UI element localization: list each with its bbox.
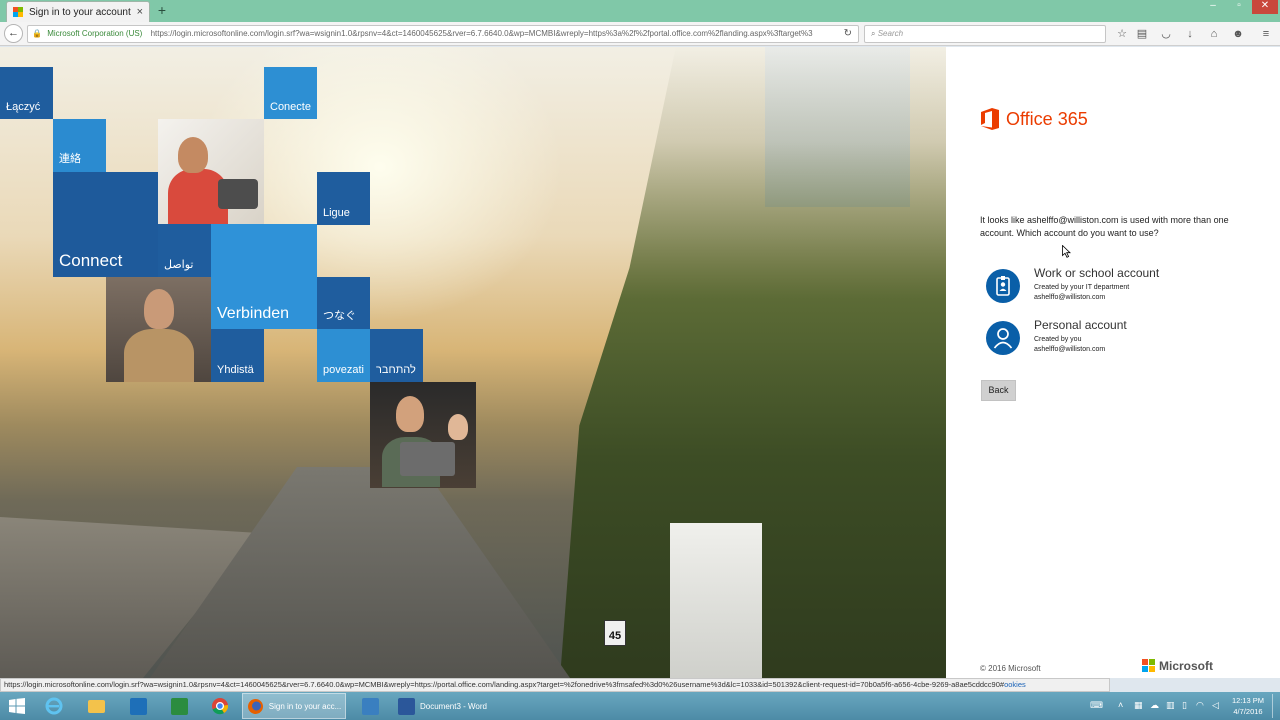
signin-panel: Office 365 It looks like ashelffo@willis… (946, 47, 1280, 678)
wifi-icon[interactable]: ◠ (1196, 700, 1204, 711)
new-tab-button[interactable]: + (155, 3, 169, 17)
office365-wordmark: Office 365 (1006, 108, 1088, 129)
onedrive-icon[interactable] (124, 693, 152, 719)
personal-account-option[interactable]: Personal account Created by you ashelffo… (986, 318, 1127, 355)
tile-conecte: Conecte (264, 67, 317, 119)
cookies-link-fragment[interactable]: ookies (1004, 680, 1026, 689)
microsoft-logo: Microsoft (1142, 659, 1213, 673)
windows-logo-icon (9, 698, 25, 714)
tile-yhdista: Yhdistä (211, 329, 264, 382)
volume-icon[interactable]: ◁ (1212, 700, 1219, 711)
close-tab-icon[interactable]: × (137, 6, 143, 18)
back-button[interactable]: Back (981, 380, 1016, 401)
work-account-name: Work or school account (1034, 266, 1160, 280)
windows-taskbar: Sign in to your acc... Document3 - Word … (0, 692, 1280, 720)
personal-account-description: Created by you ashelffo@williston.com (1034, 335, 1127, 355)
notes-icon[interactable]: ▯ (1182, 700, 1187, 711)
chat-icon[interactable]: ☻ (1230, 26, 1246, 42)
word-icon (398, 697, 415, 715)
search-placeholder: Search (877, 29, 904, 38)
tray-app-icon[interactable]: ▦ (1134, 700, 1143, 711)
copyright-text: © 2016 Microsoft (980, 664, 1041, 673)
home-icon[interactable]: ⌂ (1206, 26, 1222, 42)
menu-icon[interactable]: ≡ (1258, 26, 1274, 42)
personal-account-name: Personal account (1034, 318, 1127, 332)
work-account-email: ashelffo@williston.com (1034, 294, 1106, 301)
person-icon (986, 321, 1020, 355)
tile-laczyc: Łączyć (0, 67, 53, 119)
search-icon: ⌕ (871, 29, 878, 38)
taskbar-word-window[interactable]: Document3 - Word (394, 693, 494, 719)
reload-icon[interactable]: ↻ (844, 26, 852, 42)
chrome-icon[interactable] (206, 693, 234, 719)
office365-logo: Office 365 (980, 108, 1088, 130)
file-explorer-icon[interactable] (82, 693, 110, 719)
firefox-icon (247, 698, 263, 714)
taskbar-word-label: Document3 - Word (420, 701, 487, 711)
tile-arabic: تواصل (158, 224, 211, 277)
clock-time: 12:13 PM (1231, 696, 1265, 705)
taskbar-firefox-window[interactable]: Sign in to your acc... (242, 693, 346, 719)
mouse-cursor-icon (1062, 244, 1071, 258)
tile-tsunagu: つなぐ (317, 277, 370, 329)
speed-limit-sign: 45 (604, 620, 626, 646)
network-icon[interactable]: ▥ (1166, 700, 1175, 711)
work-account-description: Created by your IT department ashelffo@w… (1034, 283, 1159, 303)
tile-connect: Connect (53, 172, 158, 277)
microsoft-grid-icon (1142, 659, 1156, 673)
internet-explorer-icon[interactable] (40, 693, 68, 719)
microsoft-favicon-icon (13, 7, 23, 17)
cloud-icon[interactable]: ☁ (1150, 700, 1159, 711)
close-window-icon[interactable]: ✕ (1252, 0, 1278, 14)
tile-verbinden: Verbinden (211, 224, 317, 329)
status-bar: https://login.microsoftonline.com/login.… (0, 678, 1110, 692)
taskbar-clock[interactable]: 12:13 PM 4/7/2016 (1228, 695, 1268, 717)
tile-hebrew: להתחבר (370, 329, 423, 382)
hero-background-image: 45 Łączyć Conecte 連絡 Ligue Connect تواصل… (0, 47, 946, 678)
tab-title: Sign in to your account (29, 6, 131, 18)
browser-navbar: ← 🔒 Microsoft Corporation (US) https://l… (0, 22, 1280, 46)
personal-account-email: ashelffo@williston.com (1034, 346, 1106, 353)
lock-icon: 🔒 (32, 29, 42, 38)
status-link-url: https://login.microsoftonline.com/login.… (4, 680, 1005, 689)
show-desktop-button[interactable] (1272, 694, 1278, 718)
project-app-icon[interactable] (165, 693, 193, 719)
minimize-icon[interactable]: – (1200, 0, 1226, 14)
hero-wall (670, 523, 762, 678)
photo-woman-tablet (158, 119, 264, 224)
personal-account-created-by: Created by you (1034, 336, 1082, 343)
page-content: 45 Łączyć Conecte 連絡 Ligue Connect تواصل… (0, 47, 1280, 678)
tile-renraku: 連絡 (53, 119, 106, 172)
bookmark-star-icon[interactable]: ☆ (1114, 26, 1130, 42)
work-account-created-by: Created by your IT department (1034, 284, 1130, 291)
photo-man-phone (106, 277, 211, 382)
keyboard-icon[interactable]: ⌨ (1090, 700, 1103, 711)
search-input[interactable]: ⌕ Search (864, 25, 1106, 43)
photo-couple-laptop (370, 382, 476, 488)
clock-date: 4/7/2016 (1233, 707, 1263, 716)
browser-tab[interactable]: Sign in to your account × (6, 1, 150, 22)
tile-ligue: Ligue (317, 172, 370, 225)
back-arrow-icon[interactable]: ← (4, 24, 23, 43)
url-text: https://login.microsoftonline.com/login.… (150, 29, 813, 38)
start-button[interactable] (4, 693, 30, 719)
work-badge-icon (986, 269, 1020, 303)
download-icon[interactable]: ↓ (1182, 26, 1198, 42)
work-account-option[interactable]: Work or school account Created by your I… (986, 266, 1160, 303)
office-logo-icon (980, 108, 1000, 130)
account-prompt: It looks like ashelffo@williston.com is … (980, 215, 1229, 238)
microsoft-wordmark: Microsoft (1159, 659, 1213, 673)
tray-overflow-icon[interactable]: ˄ (1118, 700, 1123, 710)
tile-povezati: povezati (317, 329, 370, 382)
pocket-icon[interactable]: ◡ (1158, 26, 1174, 42)
maximize-icon[interactable]: ▫ (1226, 0, 1252, 14)
browser-titlebar: Sign in to your account × + – ▫ ✕ (0, 0, 1280, 22)
site-identity: Microsoft Corporation (US) (47, 29, 143, 38)
address-bar[interactable]: 🔒 Microsoft Corporation (US) https://log… (27, 25, 859, 43)
taskbar-firefox-label: Sign in to your acc... (268, 701, 342, 711)
reading-list-icon[interactable]: ▤ (1134, 26, 1150, 42)
remote-app-icon[interactable] (356, 693, 384, 719)
